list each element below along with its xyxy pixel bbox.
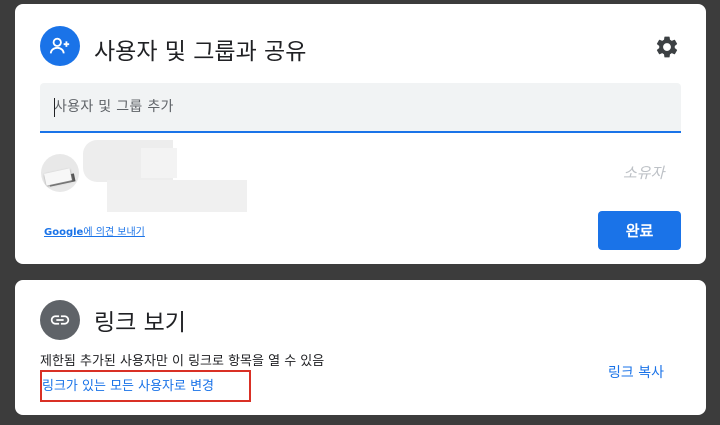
add-people-input[interactable]: [54, 83, 654, 131]
link-card: 링크 보기 제한됨 추가된 사용자만 이 링크로 항목을 열 수 있음 링크가 …: [15, 280, 706, 415]
done-button[interactable]: 완료: [598, 211, 681, 250]
owner-role-label: 소유자: [623, 164, 665, 182]
text-caret: [54, 98, 55, 117]
gear-icon[interactable]: [654, 34, 680, 60]
restriction-text: 제한됨 추가된 사용자만 이 링크로 항목을 열 수 있음: [40, 354, 325, 369]
link-icon: [40, 300, 80, 340]
avatar: [41, 154, 79, 192]
share-title: 사용자 및 그룹과 공유: [94, 39, 307, 65]
copy-link-button[interactable]: 링크 복사: [608, 362, 664, 382]
feedback-label: 에 의견 보내기: [83, 227, 145, 238]
person-add-icon: [40, 26, 80, 66]
change-access-link[interactable]: 링크가 있는 모든 사용자로 변경: [42, 375, 214, 394]
redacted-email: [107, 180, 247, 212]
link-title: 링크 보기: [94, 310, 186, 336]
feedback-brand: Google: [44, 227, 84, 238]
send-feedback-link[interactable]: Google에 의견 보내기: [44, 223, 145, 238]
share-card: 사용자 및 그룹과 공유 소유자 Google에 의견 보내기 완료: [15, 4, 706, 264]
add-people-field[interactable]: [40, 83, 681, 133]
